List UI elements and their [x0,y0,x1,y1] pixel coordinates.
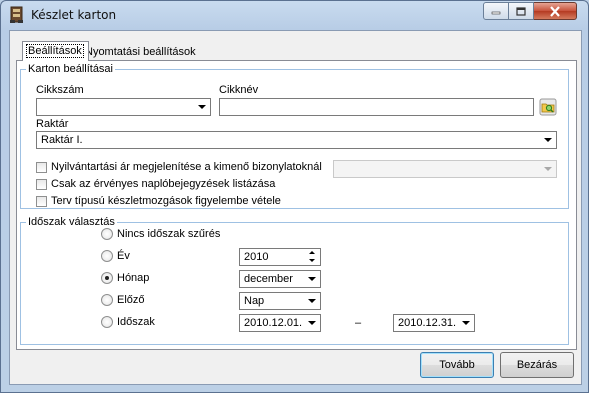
date-to-picker[interactable]: 2010.12.31. [393,314,475,332]
minimize-button[interactable] [483,2,509,20]
radio-nincs-szures-label[interactable]: Nincs időszak szűrés [117,228,220,240]
chevron-down-icon [544,138,552,142]
close-icon [550,5,560,17]
group-legend: Karton beállításai [26,63,115,75]
chevron-down-icon [308,321,316,325]
year-stepper[interactable]: 2010 [239,248,321,266]
chevron-down-icon [309,259,315,262]
checkbox-ervenyes-naplo-label[interactable]: Csak az érvényes naplóbejegyzések listáz… [51,178,275,190]
close-button-label: Bezárás [516,359,558,371]
maximize-button[interactable] [509,2,534,20]
radio-honap[interactable] [101,272,113,284]
group-legend: Időszak választás [26,216,117,228]
inventory-icon [10,6,23,23]
tab-page: Karton beállításai Cikkszám Cikknév Rakt… [16,60,577,350]
cikkszam-label: Cikkszám [36,84,84,96]
chevron-down-icon [462,321,470,325]
dialog-window: Készlet karton Beállítások Nyomtatási be… [0,0,589,393]
chevron-down-icon [308,277,316,281]
month-combo[interactable]: december [239,270,321,288]
chevron-up-icon [309,251,315,254]
radio-honap-label[interactable]: Hónap [117,272,149,284]
maximize-icon [516,6,526,16]
raktar-combo[interactable]: Raktár I. [36,131,557,149]
checkbox-terv-keszletmozgas-label[interactable]: Terv típusú készletmozgások figyelembe v… [51,195,281,207]
close-window-button[interactable] [534,2,577,20]
radio-nincs-szures[interactable] [101,228,113,240]
period-selection-group: Időszak választás Nincs időszak szűrés É… [20,216,569,345]
checkbox-ervenyes-naplo[interactable] [36,179,47,190]
karton-settings-group: Karton beállításai Cikkszám Cikknév Rakt… [20,63,569,209]
date-range-separator: – [355,317,362,329]
folder-search-icon [539,98,557,116]
tab-label: Nyomtatási beállítások [85,46,196,58]
dialog-client-area: Beállítások Nyomtatási beállítások Karto… [9,30,582,385]
cikkszam-combo[interactable] [36,98,211,116]
minimize-icon [491,11,501,15]
title-bar[interactable]: Készlet karton [1,1,588,29]
stepper-buttons[interactable] [307,250,319,264]
month-value: december [244,273,293,285]
chevron-down-icon [198,105,206,109]
year-value: 2010 [244,251,269,263]
radio-ev[interactable] [101,250,113,262]
radio-ev-label[interactable]: Év [117,250,130,262]
date-to-value: 2010.12.31. [398,317,457,329]
tab-beallitasok[interactable]: Beállítások [22,41,89,61]
chevron-down-icon [308,299,316,303]
cikknev-label: Cikknév [219,84,259,96]
next-button-label: Tovább [439,359,475,371]
checkbox-nyilvantartasi-ar[interactable] [36,162,47,173]
close-button[interactable]: Bezárás [500,352,574,378]
raktar-label: Raktár [36,118,69,130]
radio-elozo[interactable] [101,294,113,306]
chevron-down-icon [544,167,552,171]
radio-idoszak[interactable] [101,316,113,328]
previous-unit-value: Nap [244,295,265,307]
raktar-value: Raktár I. [41,134,83,146]
date-from-value: 2010.12.01. [244,317,303,329]
price-display-combo [333,160,557,178]
next-button[interactable]: Tovább [420,352,494,378]
checkbox-nyilvantartasi-ar-label[interactable]: Nyilvántartási ár megjelenítése a kimenő… [51,161,322,173]
previous-unit-combo[interactable]: Nap [239,292,321,310]
lookup-button[interactable] [539,98,557,116]
date-from-picker[interactable]: 2010.12.01. [239,314,321,332]
cikknev-field[interactable] [219,98,534,116]
radio-idoszak-label[interactable]: Időszak [117,316,155,328]
tab-label: Beállítások [26,44,84,58]
checkbox-terv-keszletmozgas[interactable] [36,196,47,207]
window-title: Készlet karton [31,8,117,22]
radio-elozo-label[interactable]: Előző [117,294,145,306]
